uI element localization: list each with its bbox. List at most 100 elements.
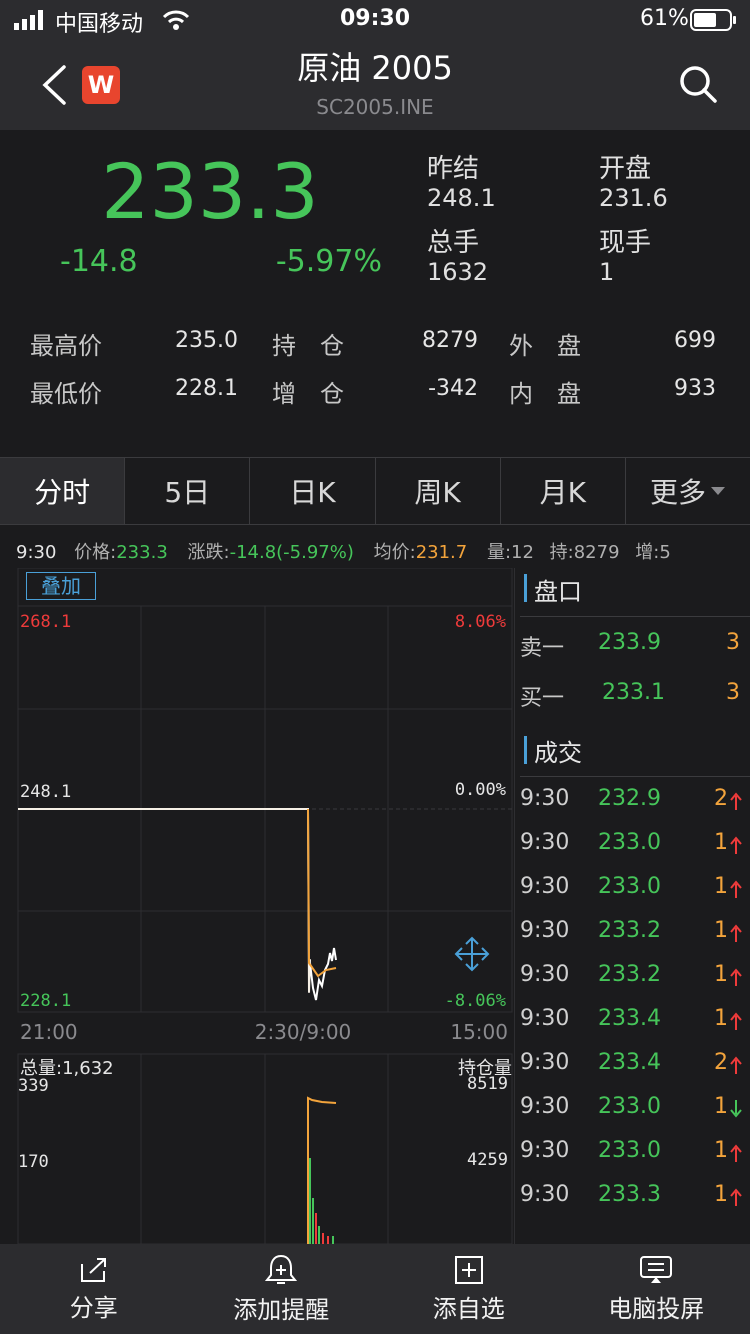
trade-time: 9:30 [520, 1050, 570, 1075]
orderbook-title: 盘口 [534, 578, 582, 606]
volume-bar [332, 1236, 334, 1244]
overlay-button[interactable]: 叠加 [26, 572, 96, 600]
add-watchlist-button[interactable]: 添自选 [375, 1244, 563, 1334]
tab-monthly-k[interactable]: 月K [501, 458, 626, 524]
divider [520, 616, 750, 617]
trade-row: 9:30 232.9 2 [520, 786, 750, 830]
trade-row: 9:30 233.0 1 [520, 830, 750, 874]
info-time: 9:30 [16, 542, 57, 563]
price-series-tail [309, 947, 337, 1001]
trade-price: 233.0 [598, 1094, 661, 1119]
screen-cast-button[interactable]: 电脑投屏 [563, 1244, 750, 1334]
trade-row: 9:30 233.4 2 [520, 1050, 750, 1094]
volume-bar [322, 1233, 324, 1244]
tab-intraday[interactable]: 分时 [0, 458, 126, 524]
y-axis-left-label: 268.1 [20, 612, 72, 632]
trade-time: 9:30 [520, 874, 570, 899]
trade-time: 9:30 [520, 786, 570, 811]
share-button[interactable]: 分享 [0, 1244, 188, 1334]
grid-value: 8279 [422, 328, 478, 353]
grid-label: 最低价 [30, 380, 102, 408]
orderbook-qty: 3 [726, 680, 740, 705]
info-price-label: 价格: [74, 542, 117, 563]
x-axis-label: 2:30/9:00 [254, 1020, 352, 1044]
intraday-chart[interactable] [0, 568, 514, 1244]
trade-time: 9:30 [520, 1006, 570, 1031]
battery-percent: 61% [640, 6, 689, 31]
add-alert-button[interactable]: 添加提醒 [188, 1244, 376, 1334]
trade-qty: 1 [714, 1006, 728, 1031]
arrow-up-icon [730, 1056, 742, 1074]
expand-arrows-icon[interactable] [454, 936, 490, 972]
share-icon [80, 1257, 106, 1282]
arrow-up-icon [730, 1012, 742, 1030]
orderbook-price: 233.9 [598, 630, 661, 655]
search-icon[interactable] [678, 64, 718, 104]
y-axis-left-label: 228.1 [20, 991, 72, 1011]
info-change: -14.8(-5.97%) [229, 542, 354, 563]
clock: 09:30 [340, 6, 411, 31]
volume-bar [327, 1236, 329, 1244]
info-hold: 持:8279 [549, 542, 620, 563]
stat-value: 248.1 [427, 184, 496, 212]
grid-label: 最高价 [30, 332, 102, 360]
info-change-label: 涨跌: [187, 542, 230, 563]
grid-value: 228.1 [175, 376, 238, 401]
trade-price: 233.2 [598, 962, 661, 987]
trade-time: 9:30 [520, 830, 570, 855]
add-watchlist-label: 添自选 [432, 1294, 505, 1323]
grid-label: 内 盘 [509, 380, 581, 408]
trade-row: 9:30 233.3 1 [520, 1182, 750, 1226]
carrier-label: 中国移动 [55, 12, 144, 37]
status-bar: 中国移动 09:30 61% [0, 0, 750, 40]
section-marker [524, 574, 527, 602]
add-alert-label: 添加提醒 [233, 1295, 330, 1324]
arrow-up-icon [730, 880, 742, 898]
tab-more-label: 更多 [649, 476, 706, 509]
last-price: 233.3 [101, 147, 319, 236]
tab-daily-k[interactable]: 日K [250, 458, 376, 524]
tab-5day[interactable]: 5日 [125, 458, 251, 524]
tab-weekly-k[interactable]: 周K [376, 458, 501, 524]
bell-icon [265, 1254, 298, 1284]
y-axis-right-label: 0.00% [454, 780, 506, 800]
trade-time: 9:30 [520, 1138, 570, 1163]
section-marker [524, 736, 527, 764]
arrow-up-icon [730, 1144, 742, 1162]
trade-price: 233.0 [598, 874, 661, 899]
screen-cast-icon [640, 1255, 673, 1283]
trade-price: 233.3 [598, 1182, 661, 1207]
info-price: 233.3 [116, 542, 168, 563]
price-change-pct: -5.97% [275, 244, 382, 279]
page-subtitle: SC2005.INE [316, 95, 434, 119]
trade-time: 9:30 [520, 918, 570, 943]
grid-value: -342 [428, 376, 478, 401]
arrow-up-icon [730, 836, 742, 854]
trade-price: 233.2 [598, 918, 661, 943]
trades-title: 成交 [534, 739, 582, 767]
trade-qty: 1 [714, 830, 728, 855]
volume-axis-label: 339 [18, 1076, 49, 1096]
grid-label: 增 仓 [272, 380, 344, 408]
period-tabs: 分时 5日 日K 周K 月K 更多 [0, 457, 750, 525]
volume-axis-label: 170 [18, 1152, 49, 1172]
trade-row: 9:30 233.2 1 [520, 962, 750, 1006]
grid-value: 933 [674, 376, 716, 401]
trade-row: 9:30 233.0 1 [520, 1094, 750, 1138]
trade-qty: 1 [714, 1094, 728, 1119]
caret-down-icon [710, 487, 725, 495]
trade-price: 233.0 [598, 1138, 661, 1163]
trade-qty: 1 [714, 918, 728, 943]
tab-more[interactable]: 更多 [626, 458, 750, 524]
open-interest-axis-label: 4259 [467, 1150, 508, 1170]
arrow-up-icon [730, 924, 742, 942]
bottom-action-bar: 分享 添加提醒 添自选 电脑投屏 [0, 1244, 750, 1334]
x-axis-label: 21:00 [20, 1020, 78, 1044]
trade-time: 9:30 [520, 1094, 570, 1119]
trade-time: 9:30 [520, 962, 570, 987]
quote-panel: 233.3 -14.8 -5.97% 昨结 248.1 开盘 231.6 总手 … [0, 130, 750, 440]
orderbook-label: 卖一 [520, 636, 565, 661]
wifi-icon [162, 10, 190, 30]
open-interest-axis-label: 8519 [467, 1074, 508, 1094]
page-title: 原油 2005 [297, 49, 453, 87]
